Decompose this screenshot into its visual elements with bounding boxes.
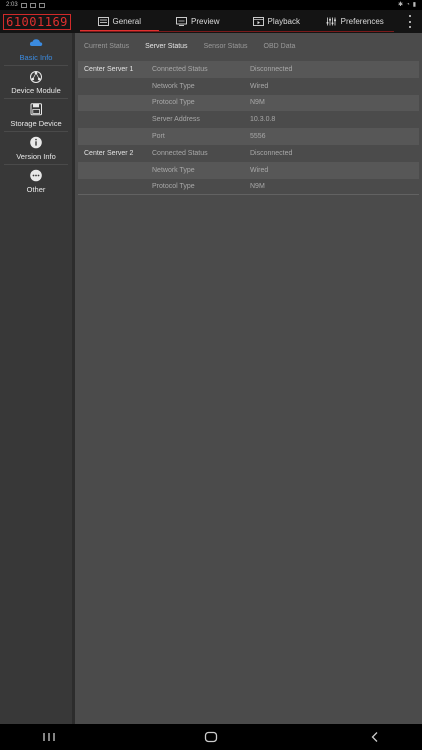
cloud-icon xyxy=(29,39,43,46)
tab-general[interactable]: General xyxy=(80,10,159,33)
value-cell: Disconnected xyxy=(250,65,293,73)
tab-label: Playback xyxy=(267,17,300,26)
recent-apps-icon xyxy=(43,733,55,741)
tab-label: Preview xyxy=(191,17,220,26)
sidebar-item-label: Version Info xyxy=(16,151,56,161)
home-icon xyxy=(204,731,218,743)
sidebar-item-label: Storage Device xyxy=(10,118,62,128)
more-options-icon[interactable] xyxy=(406,15,414,28)
sidebar-item-basic-info[interactable]: Basic Info xyxy=(0,33,72,65)
battery-icon: ▮ xyxy=(412,2,416,8)
table-row: Protocol Type N9M xyxy=(78,179,419,196)
field-cell: Connected Status xyxy=(152,149,208,157)
more-icon xyxy=(30,169,42,182)
value-cell: 10.3.0.8 xyxy=(250,116,276,124)
notification-icon xyxy=(20,2,27,8)
tab-playback[interactable]: Playback xyxy=(237,10,316,33)
main-tabs: General Preview Playback Preferences xyxy=(80,10,394,33)
status-bar: 2:03 ✱ ◔ ▮ xyxy=(0,0,422,10)
field-cell: Server Address xyxy=(152,116,200,124)
table-row: Center Server 2 Connected Status Disconn… xyxy=(78,145,419,162)
field-cell: Network Type xyxy=(152,82,195,90)
field-cell: Protocol Type xyxy=(152,182,195,190)
value-cell: Wired xyxy=(250,166,269,174)
tab-label: Preferences xyxy=(340,17,384,26)
info-icon xyxy=(30,136,42,149)
value-cell: Disconnected xyxy=(250,149,293,157)
tab-label: General xyxy=(112,17,141,26)
subtab-current-status[interactable]: Current Status xyxy=(84,43,129,50)
device-module-icon xyxy=(30,71,42,83)
subtab-sensor-status[interactable]: Sensor Status xyxy=(204,43,248,50)
subtab-server-status[interactable]: Server Status xyxy=(145,43,187,50)
general-icon xyxy=(97,17,109,26)
table-row: Network Type Wired xyxy=(78,78,419,95)
table-row: Center Server 1 Connected Status Disconn… xyxy=(78,61,419,78)
back-icon xyxy=(371,732,378,742)
status-right: ✱ ◔ ▮ xyxy=(398,0,416,10)
notification-icon xyxy=(29,2,36,8)
field-cell: Port xyxy=(152,133,165,141)
device-id-logo: 61001169 xyxy=(3,13,71,30)
server-status-table: Center Server 1 Connected Status Disconn… xyxy=(78,61,419,196)
back-button[interactable] xyxy=(368,729,382,745)
value-cell: N9M xyxy=(250,182,265,190)
field-cell: Network Type xyxy=(152,166,195,174)
subtab-obd-data[interactable]: OBD Data xyxy=(264,43,296,50)
playback-icon xyxy=(252,17,264,26)
sidebar-item-other[interactable]: Other xyxy=(0,165,72,197)
main-panel: Current Status Server Status Sensor Stat… xyxy=(75,33,422,724)
device-logo: 61001169 xyxy=(0,10,74,33)
tab-preferences[interactable]: Preferences xyxy=(316,10,395,33)
sidebar-item-label: Basic Info xyxy=(19,52,53,62)
sidebar-item-storage-device[interactable]: Storage Device xyxy=(0,99,72,131)
sidebar-item-label: Other xyxy=(26,184,46,194)
value-cell: Wired xyxy=(250,82,269,90)
status-left: 2:03 xyxy=(6,0,45,10)
tab-preview[interactable]: Preview xyxy=(159,10,238,33)
app-header: 61001169 General Preview Playback Prefer… xyxy=(0,10,422,33)
sidebar-item-label: Device Module xyxy=(11,85,61,95)
value-cell: N9M xyxy=(250,99,265,107)
wifi-icon: ◔ xyxy=(406,2,410,8)
table-row: Server Address 10.3.0.8 xyxy=(78,111,419,128)
status-subtabs: Current Status Server Status Sensor Stat… xyxy=(75,33,422,59)
bluetooth-icon: ✱ xyxy=(398,2,404,8)
home-button[interactable] xyxy=(204,729,218,745)
table-row: Protocol Type N9M xyxy=(78,94,419,112)
preview-icon xyxy=(176,17,187,26)
server-name-cell: Center Server 2 xyxy=(84,149,134,157)
server-name-cell: Center Server 1 xyxy=(84,65,134,73)
sidebar-item-device-module[interactable]: Device Module xyxy=(0,66,72,98)
preferences-icon xyxy=(326,17,336,26)
notification-icon xyxy=(38,2,45,8)
tab-bar-divider xyxy=(80,31,394,32)
system-nav-bar xyxy=(0,724,422,750)
field-cell: Protocol Type xyxy=(152,99,195,107)
table-row: Network Type Wired xyxy=(78,161,419,179)
floppy-disk-icon xyxy=(30,103,42,116)
table-row: Port 5556 xyxy=(78,128,419,145)
status-time: 2:03 xyxy=(6,2,18,8)
value-cell: 5556 xyxy=(250,133,266,141)
sidebar-item-version-info[interactable]: Version Info xyxy=(0,132,72,164)
recent-apps-button[interactable] xyxy=(42,729,56,745)
field-cell: Connected Status xyxy=(152,65,208,73)
sidebar: Basic Info Device Module Storage Device … xyxy=(0,33,75,724)
